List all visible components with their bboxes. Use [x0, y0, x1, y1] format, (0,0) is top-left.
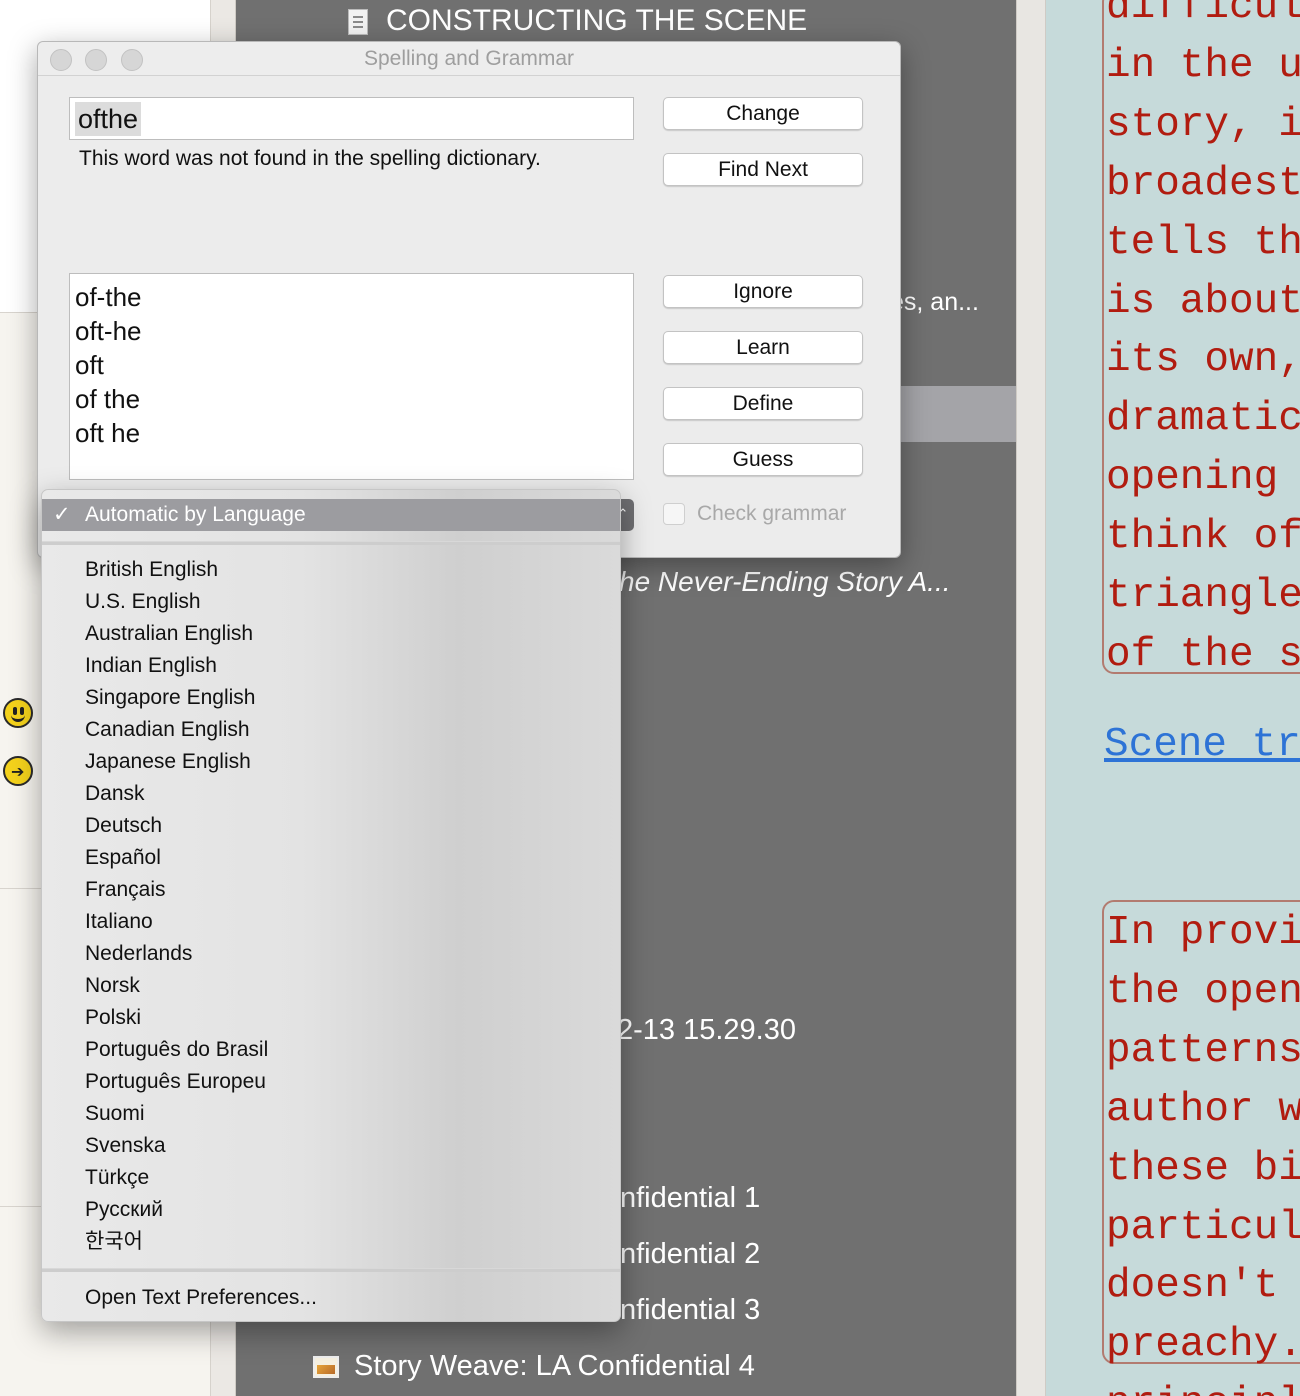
binder-item-partial[interactable]: 2-13 15.29.30	[617, 1014, 796, 1047]
binder-item[interactable]: Story Weave: LA Confidential 4	[354, 1350, 755, 1383]
menu-item-language[interactable]: 한국어	[42, 1226, 620, 1258]
find-next-button[interactable]: Find Next	[663, 153, 863, 186]
smiley-face-icon[interactable]	[3, 698, 33, 728]
editor-text-line: story, i	[1106, 101, 1300, 148]
editor-text-line: its own,	[1106, 337, 1300, 384]
checkmark-icon: ✓	[53, 503, 71, 526]
binder-item-partial[interactable]: nfidential 3	[620, 1294, 760, 1327]
menu-item-language[interactable]: Türkçe	[42, 1162, 620, 1194]
editor-text-line: author w	[1106, 1086, 1300, 1133]
editor-text-line: broadest	[1106, 160, 1300, 207]
misspelled-word-field[interactable]: ofthe	[69, 97, 634, 140]
menu-item-language[interactable]: British English	[42, 554, 620, 586]
editor-text-line: difficul	[1106, 0, 1300, 30]
editor-text-line: particul	[1106, 1204, 1300, 1251]
editor-pane[interactable]: Scene tr difficul in the u story, i broades…	[1046, 0, 1300, 1396]
language-list: British English U.S. English Australian En…	[42, 554, 620, 1258]
editor-text-line: patterns	[1106, 1027, 1300, 1074]
menu-item-language[interactable]: Português do Brasil	[42, 1034, 620, 1066]
binder-item-partial[interactable]: nfidential 2	[620, 1238, 760, 1271]
editor-text-line: tells th	[1106, 219, 1300, 266]
document-icon	[348, 9, 368, 35]
scene-link[interactable]: Scene tr	[1104, 722, 1300, 768]
guess-item[interactable]: of-the	[75, 280, 633, 314]
menu-separator	[42, 1268, 620, 1272]
editor-text-line: think of	[1106, 514, 1300, 561]
menu-item-language[interactable]: Singapore English	[42, 682, 620, 714]
guess-item[interactable]: oft-he	[75, 314, 633, 348]
editor-text-line: preachy.	[1106, 1322, 1300, 1369]
window-title-bar[interactable]: Spelling and Grammar	[38, 42, 900, 76]
define-button[interactable]: Define	[663, 387, 863, 420]
menu-item-language[interactable]: Español	[42, 842, 620, 874]
editor-text-line: dramatic	[1106, 396, 1300, 443]
learn-button[interactable]: Learn	[663, 331, 863, 364]
editor-text-line: opening	[1106, 455, 1279, 502]
menu-separator	[42, 541, 620, 545]
menu-item-language[interactable]: Indian English	[42, 650, 620, 682]
menu-item-language[interactable]: Australian English	[42, 618, 620, 650]
menu-item-language[interactable]: Deutsch	[42, 810, 620, 842]
binder-item-partial[interactable]: nfidential 1	[620, 1182, 760, 1215]
binder-folder-title[interactable]: CONSTRUCTING THE SCENE	[386, 4, 807, 38]
editor-text-line: triangle	[1106, 573, 1300, 619]
check-grammar-label: Check grammar	[697, 502, 847, 525]
menu-item-language[interactable]: Nederlands	[42, 938, 620, 970]
arrow-right-circle-icon[interactable]: ➔	[3, 756, 33, 786]
menu-item-label: Automatic by Language	[85, 503, 306, 526]
change-button[interactable]: Change	[663, 97, 863, 130]
binder-item-partial[interactable]: he Never-Ending Story A...	[619, 566, 951, 598]
menu-item-language[interactable]: Português Europeu	[42, 1066, 620, 1098]
misspelled-word: ofthe	[75, 102, 142, 136]
editor-text-line: the open	[1106, 968, 1300, 1015]
menu-item-selected-language[interactable]: ✓ Automatic by Language	[42, 499, 620, 531]
guess-item[interactable]: oft	[75, 348, 633, 382]
not-found-message: This word was not found in the spelling …	[79, 147, 541, 170]
menu-item-language[interactable]: Français	[42, 874, 620, 906]
language-dropdown-menu: ✓ Automatic by Language British English U…	[41, 489, 621, 1322]
editor-text-line: these bi	[1106, 1145, 1300, 1192]
guess-button[interactable]: Guess	[663, 443, 863, 476]
editor-text-line: In provi	[1106, 910, 1300, 956]
menu-item-language[interactable]: U.S. English	[42, 586, 620, 618]
menu-item-language[interactable]: Suomi	[42, 1098, 620, 1130]
editor-splitter[interactable]	[1016, 0, 1046, 1396]
guess-item[interactable]: of the	[75, 382, 633, 416]
menu-item-language[interactable]: Dansk	[42, 778, 620, 810]
editor-text-line: of the s	[1106, 631, 1300, 678]
menu-item-language[interactable]: Italiano	[42, 906, 620, 938]
editor-text-line: is about	[1106, 278, 1300, 325]
checkbox-box[interactable]	[663, 503, 685, 525]
binder-item-partial[interactable]: es, an...	[890, 288, 979, 317]
spelling-grammar-window: Spelling and Grammar ofthe This word was…	[37, 41, 901, 558]
menu-item-language[interactable]: Polski	[42, 1002, 620, 1034]
guess-list[interactable]: of-the oft-he oft of the oft he	[69, 273, 634, 480]
ignore-button[interactable]: Ignore	[663, 275, 863, 308]
editor-text-line: doesn't	[1106, 1263, 1279, 1310]
image-icon	[313, 1356, 339, 1378]
editor-text-line: in the u	[1106, 42, 1300, 89]
menu-item-language[interactable]: Canadian English	[42, 714, 620, 746]
menu-item-language[interactable]: Japanese English	[42, 746, 620, 778]
editor-text-line: principl	[1106, 1381, 1300, 1396]
menu-item-language[interactable]: Svenska	[42, 1130, 620, 1162]
window-title: Spelling and Grammar	[363, 47, 575, 70]
guess-item[interactable]: oft he	[75, 416, 633, 450]
menu-item-language[interactable]: Русский	[42, 1194, 620, 1226]
menu-item-language[interactable]: Norsk	[42, 970, 620, 1002]
open-text-preferences-item[interactable]: Open Text Preferences...	[85, 1282, 317, 1314]
